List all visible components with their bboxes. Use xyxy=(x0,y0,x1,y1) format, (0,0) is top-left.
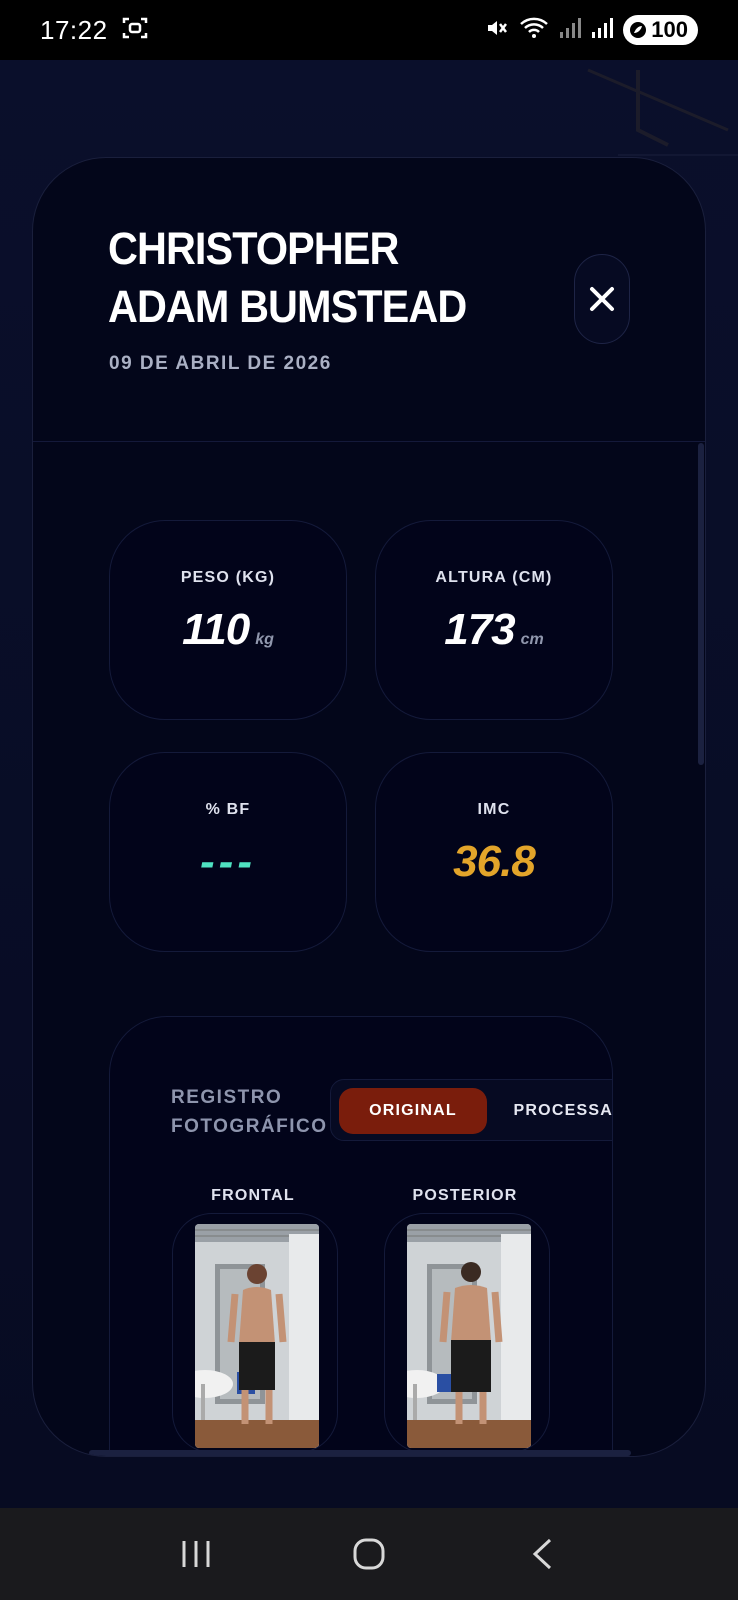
photo-record-title: REGISTRO FOTOGRÁFICO xyxy=(171,1087,328,1137)
home-icon xyxy=(353,1538,385,1570)
photo-record-section: REGISTRO FOTOGRÁFICO ORIGINAL PROCESSADA… xyxy=(109,1016,613,1456)
recents-icon xyxy=(182,1541,210,1567)
bmi-value: 36.8 xyxy=(453,837,536,886)
assessment-modal: CHRISTOPHER ADAM BUMSTEAD 09 DE ABRIL DE… xyxy=(32,157,706,1457)
recents-button[interactable] xyxy=(166,1524,226,1584)
back-button[interactable] xyxy=(512,1524,572,1584)
athlete-name: CHRISTOPHER ADAM BUMSTEAD xyxy=(108,223,467,332)
body-fat-value: --- xyxy=(200,837,256,886)
mute-icon xyxy=(485,16,509,45)
posterior-photo xyxy=(407,1224,531,1448)
weight-value-row: 110 kg xyxy=(110,605,346,655)
close-button[interactable] xyxy=(574,254,630,344)
frontal-label: FRONTAL xyxy=(211,1187,295,1204)
battery-level: 100 xyxy=(651,17,688,42)
status-time: 17:22 xyxy=(40,14,108,45)
assessment-date: 09 DE ABRIL DE 2026 xyxy=(109,353,332,374)
photo-mode-toggle: ORIGINAL PROCESSADA xyxy=(330,1079,612,1141)
weight-unit: kg xyxy=(255,631,274,648)
height-value: 173 xyxy=(444,605,515,654)
home-button[interactable] xyxy=(339,1524,399,1584)
height-label: ALTURA (CM) xyxy=(435,569,553,586)
body-fat-label: % BF xyxy=(205,801,251,818)
battery-indicator: 100 xyxy=(623,15,698,45)
system-nav-bar xyxy=(0,1508,738,1600)
signal-icon-2 xyxy=(591,17,614,44)
signal-icon xyxy=(559,17,582,44)
frontal-photo-frame[interactable] xyxy=(172,1213,338,1453)
vertical-scrollbar[interactable] xyxy=(698,443,704,765)
toggle-processed[interactable]: PROCESSADA xyxy=(501,1088,612,1134)
posterior-photo-frame[interactable] xyxy=(384,1213,550,1453)
leaf-icon xyxy=(630,22,647,38)
back-icon xyxy=(532,1538,551,1570)
height-value-row: 173 cm xyxy=(376,605,612,655)
bmi-card: IMC 36.8 xyxy=(375,752,613,952)
body-fat-card: % BF --- xyxy=(109,752,347,952)
wifi-icon xyxy=(519,16,549,45)
weight-label: PESO (KG) xyxy=(180,569,276,586)
height-unit: cm xyxy=(520,631,544,648)
bmi-label: IMC xyxy=(477,801,511,818)
posterior-label: POSTERIOR xyxy=(412,1187,518,1204)
horizontal-scrollbar[interactable] xyxy=(89,1450,631,1456)
close-icon xyxy=(590,287,614,311)
frontal-photo xyxy=(195,1224,319,1448)
height-card: ALTURA (CM) 173 cm xyxy=(375,520,613,720)
modal-header: CHRISTOPHER ADAM BUMSTEAD 09 DE ABRIL DE… xyxy=(33,158,705,442)
status-bar: 17:22 100 xyxy=(0,0,738,60)
decorative-lines xyxy=(587,68,738,156)
screenshot-icon xyxy=(122,16,148,45)
weight-card: PESO (KG) 110 kg xyxy=(109,520,347,720)
weight-value: 110 xyxy=(182,605,250,654)
toggle-original[interactable]: ORIGINAL xyxy=(339,1088,487,1134)
